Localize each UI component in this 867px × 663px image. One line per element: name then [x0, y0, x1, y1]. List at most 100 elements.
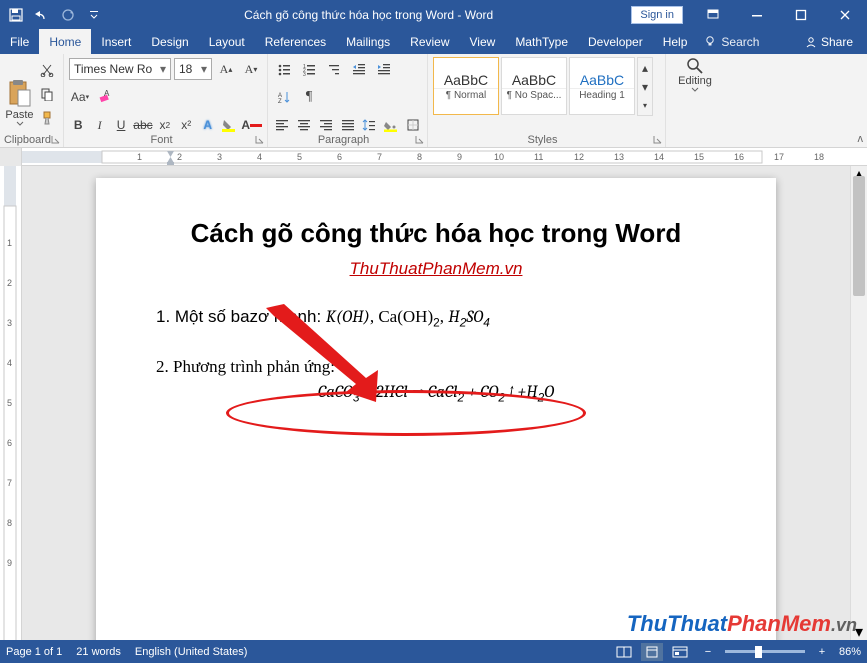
find-icon [686, 57, 704, 75]
group-styles-label: Styles [428, 134, 657, 146]
workspace: 123456789 Cách gõ công thức hóa học tron… [0, 166, 867, 640]
vertical-ruler[interactable]: 123456789 [0, 166, 22, 640]
svg-text:1: 1 [7, 238, 12, 248]
styles-row-down[interactable]: ▾ [638, 77, 652, 96]
highlight-button[interactable] [220, 114, 238, 136]
align-center-button[interactable] [295, 114, 314, 136]
show-marks-button[interactable]: ¶ [298, 86, 320, 108]
read-mode-icon[interactable] [613, 643, 635, 661]
sort-button[interactable]: AZ [273, 86, 295, 108]
editing-button[interactable]: Editing [671, 57, 719, 92]
text-effects-button[interactable]: A [198, 114, 216, 136]
font-color-button[interactable]: A [241, 114, 262, 136]
zoom-out-button[interactable]: − [697, 643, 719, 661]
scroll-thumb[interactable] [853, 176, 865, 296]
svg-text:4: 4 [7, 358, 12, 368]
document-area[interactable]: Cách gõ công thức hóa học trong Word Thu… [22, 166, 850, 640]
copy-icon [40, 87, 54, 101]
zoom-slider[interactable] [725, 650, 805, 653]
align-right-button[interactable] [316, 114, 335, 136]
strike-button[interactable]: abc [133, 114, 152, 136]
shading-button[interactable] [382, 114, 401, 136]
multilevel-button[interactable] [323, 58, 345, 80]
italic-button[interactable]: I [90, 114, 108, 136]
tab-design[interactable]: Design [141, 29, 198, 54]
tab-help[interactable]: Help [653, 29, 698, 54]
tab-layout[interactable]: Layout [199, 29, 255, 54]
tellme-search[interactable]: Search [697, 29, 759, 54]
qat-customize-icon[interactable] [82, 2, 106, 28]
close-icon[interactable] [823, 0, 867, 29]
tab-developer[interactable]: Developer [578, 29, 653, 54]
justify-button[interactable] [338, 114, 357, 136]
tab-home[interactable]: Home [39, 29, 91, 54]
web-layout-icon[interactable] [669, 643, 691, 661]
redo-icon[interactable] [56, 2, 80, 28]
share-button[interactable]: Share [797, 35, 861, 49]
zoom-thumb[interactable] [755, 646, 762, 658]
status-lang[interactable]: English (United States) [135, 646, 248, 658]
font-name-combo[interactable]: Times New Ro▾ [69, 58, 171, 80]
decrease-indent-button[interactable] [348, 58, 370, 80]
tab-references[interactable]: References [255, 29, 336, 54]
style-normal[interactable]: AaBbC ¶ Normal [433, 57, 499, 115]
tab-view[interactable]: View [460, 29, 506, 54]
status-page[interactable]: Page 1 of 1 [6, 646, 62, 658]
ribbon-display-icon[interactable] [691, 0, 735, 29]
superscript-button[interactable]: x² [177, 114, 195, 136]
zoom-level[interactable]: 86% [839, 646, 861, 658]
styles-launcher-icon[interactable] [653, 135, 663, 145]
style-nospacing[interactable]: AaBbC ¶ No Spac... [501, 57, 567, 115]
increase-indent-button[interactable] [373, 58, 395, 80]
change-case-button[interactable]: Aa▾ [69, 86, 91, 108]
vertical-scrollbar[interactable]: ▴ ▾ [850, 166, 867, 640]
tab-mailings[interactable]: Mailings [336, 29, 400, 54]
copy-button[interactable] [36, 83, 58, 105]
clipboard-launcher-icon[interactable] [51, 135, 61, 145]
shrink-font-button[interactable]: A▾ [240, 58, 262, 80]
tab-mathtype[interactable]: MathType [505, 29, 578, 54]
paragraph-launcher-icon[interactable] [415, 135, 425, 145]
ribbon-tabs: File Home Insert Design Layout Reference… [0, 29, 867, 54]
doc-line-2: 2. Phương trình phản ứng: [156, 357, 716, 377]
status-words[interactable]: 21 words [76, 646, 121, 658]
numbering-button[interactable]: 123 [298, 58, 320, 80]
tab-insert[interactable]: Insert [91, 29, 141, 54]
collapse-ribbon-icon[interactable]: ʌ [858, 133, 864, 145]
signin-button[interactable]: Sign in [631, 6, 683, 24]
style-heading1[interactable]: AaBbC Heading 1 [569, 57, 635, 115]
editing-label: Editing [678, 75, 712, 87]
tab-review[interactable]: Review [400, 29, 459, 54]
horizontal-ruler[interactable]: 123 456 789 101112 131415 161718 [22, 148, 867, 166]
title-bar: Cách gõ công thức hóa học trong Word - W… [0, 0, 867, 29]
svg-text:3: 3 [303, 72, 306, 76]
bold-button[interactable]: B [69, 114, 87, 136]
print-layout-icon[interactable] [641, 643, 663, 661]
tab-file[interactable]: File [0, 29, 39, 54]
font-size-combo[interactable]: 18▾ [174, 58, 212, 80]
grow-font-button[interactable]: A▴ [215, 58, 237, 80]
undo-icon[interactable] [30, 2, 54, 28]
subscript-button[interactable]: x2 [156, 114, 174, 136]
font-launcher-icon[interactable] [255, 135, 265, 145]
styles-expand[interactable]: ▾ [638, 96, 652, 115]
underline-button[interactable]: U [112, 114, 130, 136]
svg-text:7: 7 [7, 478, 12, 488]
borders-button[interactable] [403, 114, 422, 136]
line-spacing-button[interactable] [360, 114, 379, 136]
bullets-button[interactable] [273, 58, 295, 80]
minimize-icon[interactable] [735, 0, 779, 29]
zoom-in-button[interactable]: + [811, 643, 833, 661]
bullets-icon [277, 62, 291, 76]
clear-format-button[interactable]: A [94, 86, 116, 108]
cut-button[interactable] [36, 59, 58, 81]
maximize-icon[interactable] [779, 0, 823, 29]
bucket-icon [383, 118, 399, 132]
chevron-down-icon [16, 121, 24, 126]
eraser-icon: A [98, 90, 112, 104]
svg-text:11: 11 [534, 152, 543, 162]
styles-row-up[interactable]: ▴ [638, 58, 652, 77]
align-left-button[interactable] [273, 114, 292, 136]
save-icon[interactable] [4, 2, 28, 28]
format-painter-button[interactable] [36, 107, 58, 129]
